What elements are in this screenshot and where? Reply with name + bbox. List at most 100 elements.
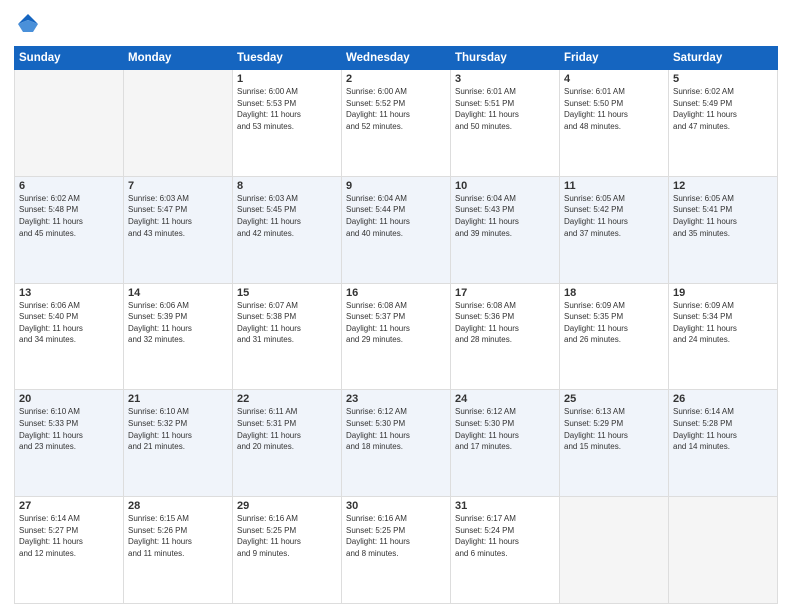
day-number: 4 xyxy=(564,73,664,85)
day-info: Sunrise: 6:02 AMSunset: 5:49 PMDaylight:… xyxy=(673,86,773,132)
day-info: Sunrise: 6:04 AMSunset: 5:43 PMDaylight:… xyxy=(455,193,555,239)
day-number: 6 xyxy=(19,180,119,192)
calendar-cell xyxy=(15,70,124,177)
weekday-header: Monday xyxy=(124,47,233,70)
calendar-cell: 24Sunrise: 6:12 AMSunset: 5:30 PMDayligh… xyxy=(451,390,560,497)
day-number: 30 xyxy=(346,500,446,512)
day-number: 20 xyxy=(19,393,119,405)
day-info: Sunrise: 6:01 AMSunset: 5:50 PMDaylight:… xyxy=(564,86,664,132)
calendar-week-row: 6Sunrise: 6:02 AMSunset: 5:48 PMDaylight… xyxy=(15,176,778,283)
calendar-cell: 27Sunrise: 6:14 AMSunset: 5:27 PMDayligh… xyxy=(15,497,124,604)
day-info: Sunrise: 6:10 AMSunset: 5:33 PMDaylight:… xyxy=(19,406,119,452)
day-number: 27 xyxy=(19,500,119,512)
weekday-header: Saturday xyxy=(669,47,778,70)
calendar-week-row: 1Sunrise: 6:00 AMSunset: 5:53 PMDaylight… xyxy=(15,70,778,177)
day-number: 10 xyxy=(455,180,555,192)
calendar-cell: 16Sunrise: 6:08 AMSunset: 5:37 PMDayligh… xyxy=(342,283,451,390)
day-number: 15 xyxy=(237,287,337,299)
day-info: Sunrise: 6:03 AMSunset: 5:47 PMDaylight:… xyxy=(128,193,228,239)
calendar-cell: 9Sunrise: 6:04 AMSunset: 5:44 PMDaylight… xyxy=(342,176,451,283)
calendar-cell: 25Sunrise: 6:13 AMSunset: 5:29 PMDayligh… xyxy=(560,390,669,497)
day-number: 16 xyxy=(346,287,446,299)
calendar-cell: 5Sunrise: 6:02 AMSunset: 5:49 PMDaylight… xyxy=(669,70,778,177)
calendar-cell: 23Sunrise: 6:12 AMSunset: 5:30 PMDayligh… xyxy=(342,390,451,497)
header xyxy=(14,10,778,38)
day-info: Sunrise: 6:05 AMSunset: 5:41 PMDaylight:… xyxy=(673,193,773,239)
day-number: 25 xyxy=(564,393,664,405)
day-info: Sunrise: 6:11 AMSunset: 5:31 PMDaylight:… xyxy=(237,406,337,452)
calendar-cell: 28Sunrise: 6:15 AMSunset: 5:26 PMDayligh… xyxy=(124,497,233,604)
day-number: 11 xyxy=(564,180,664,192)
calendar-cell: 7Sunrise: 6:03 AMSunset: 5:47 PMDaylight… xyxy=(124,176,233,283)
calendar-week-row: 20Sunrise: 6:10 AMSunset: 5:33 PMDayligh… xyxy=(15,390,778,497)
day-info: Sunrise: 6:15 AMSunset: 5:26 PMDaylight:… xyxy=(128,513,228,559)
calendar-cell: 12Sunrise: 6:05 AMSunset: 5:41 PMDayligh… xyxy=(669,176,778,283)
calendar-cell: 18Sunrise: 6:09 AMSunset: 5:35 PMDayligh… xyxy=(560,283,669,390)
calendar-cell: 4Sunrise: 6:01 AMSunset: 5:50 PMDaylight… xyxy=(560,70,669,177)
day-info: Sunrise: 6:05 AMSunset: 5:42 PMDaylight:… xyxy=(564,193,664,239)
weekday-header: Sunday xyxy=(15,47,124,70)
day-info: Sunrise: 6:13 AMSunset: 5:29 PMDaylight:… xyxy=(564,406,664,452)
day-info: Sunrise: 6:06 AMSunset: 5:39 PMDaylight:… xyxy=(128,300,228,346)
day-info: Sunrise: 6:08 AMSunset: 5:37 PMDaylight:… xyxy=(346,300,446,346)
day-info: Sunrise: 6:12 AMSunset: 5:30 PMDaylight:… xyxy=(346,406,446,452)
day-number: 2 xyxy=(346,73,446,85)
day-info: Sunrise: 6:07 AMSunset: 5:38 PMDaylight:… xyxy=(237,300,337,346)
day-info: Sunrise: 6:03 AMSunset: 5:45 PMDaylight:… xyxy=(237,193,337,239)
day-info: Sunrise: 6:01 AMSunset: 5:51 PMDaylight:… xyxy=(455,86,555,132)
calendar-cell: 21Sunrise: 6:10 AMSunset: 5:32 PMDayligh… xyxy=(124,390,233,497)
day-number: 19 xyxy=(673,287,773,299)
calendar-cell: 6Sunrise: 6:02 AMSunset: 5:48 PMDaylight… xyxy=(15,176,124,283)
calendar-cell: 22Sunrise: 6:11 AMSunset: 5:31 PMDayligh… xyxy=(233,390,342,497)
calendar-cell: 1Sunrise: 6:00 AMSunset: 5:53 PMDaylight… xyxy=(233,70,342,177)
day-number: 24 xyxy=(455,393,555,405)
day-number: 7 xyxy=(128,180,228,192)
day-number: 26 xyxy=(673,393,773,405)
calendar-cell: 29Sunrise: 6:16 AMSunset: 5:25 PMDayligh… xyxy=(233,497,342,604)
day-number: 3 xyxy=(455,73,555,85)
day-number: 21 xyxy=(128,393,228,405)
calendar-cell: 26Sunrise: 6:14 AMSunset: 5:28 PMDayligh… xyxy=(669,390,778,497)
day-number: 31 xyxy=(455,500,555,512)
day-number: 8 xyxy=(237,180,337,192)
day-number: 12 xyxy=(673,180,773,192)
calendar-cell: 15Sunrise: 6:07 AMSunset: 5:38 PMDayligh… xyxy=(233,283,342,390)
day-info: Sunrise: 6:00 AMSunset: 5:52 PMDaylight:… xyxy=(346,86,446,132)
day-info: Sunrise: 6:17 AMSunset: 5:24 PMDaylight:… xyxy=(455,513,555,559)
logo xyxy=(14,10,46,38)
day-info: Sunrise: 6:04 AMSunset: 5:44 PMDaylight:… xyxy=(346,193,446,239)
day-number: 28 xyxy=(128,500,228,512)
calendar-cell: 30Sunrise: 6:16 AMSunset: 5:25 PMDayligh… xyxy=(342,497,451,604)
logo-icon xyxy=(14,10,42,38)
day-number: 1 xyxy=(237,73,337,85)
day-info: Sunrise: 6:14 AMSunset: 5:28 PMDaylight:… xyxy=(673,406,773,452)
weekday-header: Friday xyxy=(560,47,669,70)
weekday-header: Thursday xyxy=(451,47,560,70)
calendar-table: SundayMondayTuesdayWednesdayThursdayFrid… xyxy=(14,46,778,604)
day-info: Sunrise: 6:09 AMSunset: 5:35 PMDaylight:… xyxy=(564,300,664,346)
calendar-cell: 19Sunrise: 6:09 AMSunset: 5:34 PMDayligh… xyxy=(669,283,778,390)
calendar-week-row: 27Sunrise: 6:14 AMSunset: 5:27 PMDayligh… xyxy=(15,497,778,604)
calendar-cell: 14Sunrise: 6:06 AMSunset: 5:39 PMDayligh… xyxy=(124,283,233,390)
day-info: Sunrise: 6:16 AMSunset: 5:25 PMDaylight:… xyxy=(346,513,446,559)
day-number: 18 xyxy=(564,287,664,299)
day-number: 23 xyxy=(346,393,446,405)
day-number: 14 xyxy=(128,287,228,299)
day-info: Sunrise: 6:08 AMSunset: 5:36 PMDaylight:… xyxy=(455,300,555,346)
weekday-header: Wednesday xyxy=(342,47,451,70)
day-info: Sunrise: 6:10 AMSunset: 5:32 PMDaylight:… xyxy=(128,406,228,452)
calendar-cell xyxy=(124,70,233,177)
day-number: 9 xyxy=(346,180,446,192)
day-number: 13 xyxy=(19,287,119,299)
calendar-cell: 11Sunrise: 6:05 AMSunset: 5:42 PMDayligh… xyxy=(560,176,669,283)
day-number: 17 xyxy=(455,287,555,299)
weekday-header: Tuesday xyxy=(233,47,342,70)
page: SundayMondayTuesdayWednesdayThursdayFrid… xyxy=(0,0,792,612)
day-info: Sunrise: 6:09 AMSunset: 5:34 PMDaylight:… xyxy=(673,300,773,346)
calendar-week-row: 13Sunrise: 6:06 AMSunset: 5:40 PMDayligh… xyxy=(15,283,778,390)
calendar-cell: 2Sunrise: 6:00 AMSunset: 5:52 PMDaylight… xyxy=(342,70,451,177)
day-info: Sunrise: 6:16 AMSunset: 5:25 PMDaylight:… xyxy=(237,513,337,559)
day-info: Sunrise: 6:02 AMSunset: 5:48 PMDaylight:… xyxy=(19,193,119,239)
calendar-cell: 31Sunrise: 6:17 AMSunset: 5:24 PMDayligh… xyxy=(451,497,560,604)
calendar-cell: 8Sunrise: 6:03 AMSunset: 5:45 PMDaylight… xyxy=(233,176,342,283)
